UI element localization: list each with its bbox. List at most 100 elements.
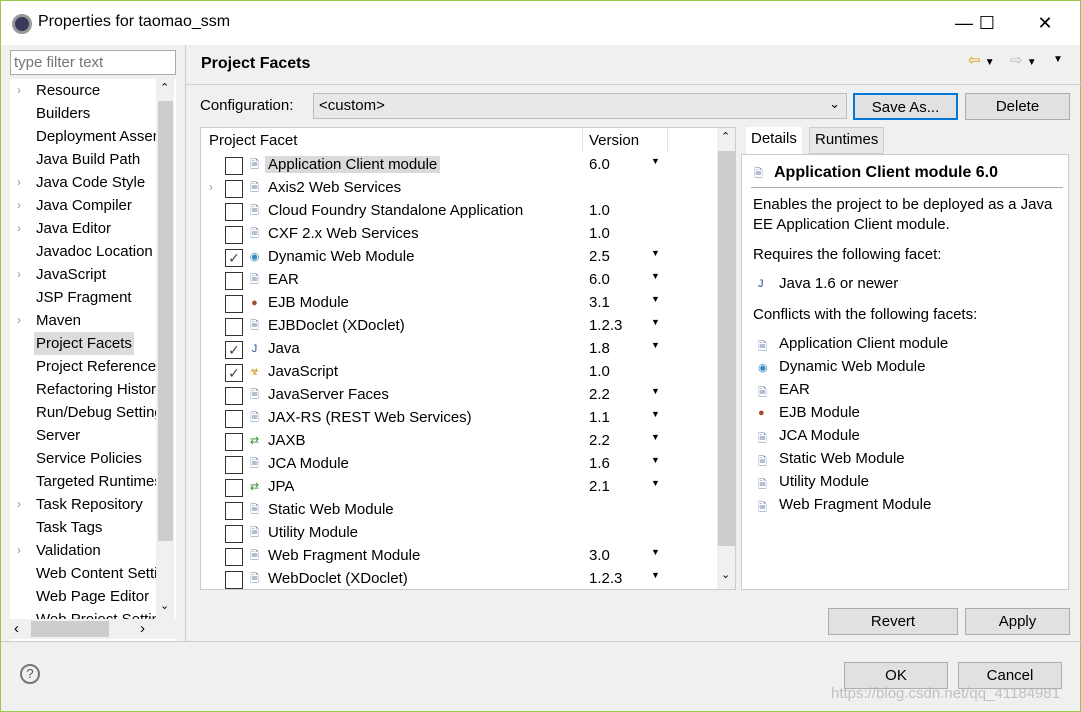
- version-dropdown-icon[interactable]: ▼: [651, 156, 660, 166]
- sidebar-item[interactable]: › Validation: [10, 539, 160, 562]
- facet-version[interactable]: 6.0: [589, 156, 610, 173]
- version-dropdown-icon[interactable]: ▼: [651, 409, 660, 419]
- sidebar-item[interactable]: JSP Fragment: [10, 286, 160, 309]
- facet-version[interactable]: 2.2: [589, 432, 610, 449]
- column-header-version[interactable]: Version: [589, 132, 639, 149]
- filter-input[interactable]: [10, 50, 176, 75]
- sidebar-item[interactable]: › JavaScript: [10, 263, 160, 286]
- sidebar-item[interactable]: Targeted Runtimes: [10, 470, 160, 493]
- facet-checkbox[interactable]: [225, 387, 243, 405]
- version-dropdown-icon[interactable]: ▼: [651, 248, 660, 258]
- sidebar-item[interactable]: Project Facets: [10, 332, 160, 355]
- version-dropdown-icon[interactable]: ▼: [651, 340, 660, 350]
- version-dropdown-icon[interactable]: ▼: [651, 570, 660, 580]
- maximize-button[interactable]: ☐: [964, 9, 1010, 37]
- facet-checkbox[interactable]: [225, 571, 243, 589]
- tab-runtimes[interactable]: Runtimes: [809, 127, 885, 154]
- tree-scroll-thumb[interactable]: [158, 101, 173, 541]
- sidebar-item[interactable]: Javadoc Location: [10, 240, 160, 263]
- facet-checkbox[interactable]: [225, 203, 243, 221]
- forward-arrow-icon[interactable]: ⇨ ▼: [1010, 51, 1037, 69]
- sidebar-item[interactable]: › Java Code Style: [10, 171, 160, 194]
- view-menu-icon[interactable]: ▼: [1053, 54, 1063, 65]
- sidebar-item[interactable]: Service Policies: [10, 447, 160, 470]
- help-icon[interactable]: ?: [20, 664, 40, 684]
- version-dropdown-icon[interactable]: ▼: [651, 271, 660, 281]
- facet-row[interactable]: 🗎 WebDoclet (XDoclet) 1.2.3 ▼: [201, 568, 716, 589]
- facet-row[interactable]: ⇄ JPA 2.1 ▼: [201, 476, 716, 499]
- version-dropdown-icon[interactable]: ▼: [651, 386, 660, 396]
- facet-version[interactable]: 1.8: [589, 340, 610, 357]
- sidebar-item[interactable]: › Java Editor: [10, 217, 160, 240]
- facet-row[interactable]: 🗎 EJBDoclet (XDoclet) 1.2.3 ▼: [201, 315, 716, 338]
- facet-version[interactable]: 3.0: [589, 547, 610, 564]
- column-header-facet[interactable]: Project Facet: [209, 132, 297, 149]
- sidebar-item[interactable]: Project References: [10, 355, 160, 378]
- save-as-button[interactable]: Save As...: [853, 93, 958, 120]
- facet-version[interactable]: 6.0: [589, 271, 610, 288]
- sidebar-item[interactable]: Server: [10, 424, 160, 447]
- facet-row[interactable]: 🗎 Utility Module: [201, 522, 716, 545]
- facet-checkbox[interactable]: [225, 318, 243, 336]
- revert-button[interactable]: Revert: [828, 608, 958, 635]
- tree-horizontal-scrollbar[interactable]: ‹ ›: [10, 619, 176, 639]
- facet-version[interactable]: 1.2.3: [589, 317, 622, 334]
- facet-checkbox[interactable]: [225, 410, 243, 428]
- facet-checkbox[interactable]: ✓: [225, 249, 243, 267]
- version-dropdown-icon[interactable]: ▼: [651, 455, 660, 465]
- facets-scroll-thumb[interactable]: [718, 151, 735, 546]
- facet-version[interactable]: 2.1: [589, 478, 610, 495]
- expand-chevron-icon[interactable]: ›: [17, 79, 21, 102]
- sidebar-item[interactable]: Java Build Path: [10, 148, 160, 171]
- delete-button[interactable]: Delete: [965, 93, 1070, 120]
- tab-details[interactable]: Details: [746, 127, 802, 154]
- expand-chevron-icon[interactable]: ›: [17, 493, 21, 516]
- facet-version[interactable]: 2.5: [589, 248, 610, 265]
- expand-chevron-icon[interactable]: ›: [17, 309, 21, 332]
- sidebar-item[interactable]: › Java Compiler: [10, 194, 160, 217]
- facet-row[interactable]: ● EJB Module 3.1 ▼: [201, 292, 716, 315]
- expand-chevron-icon[interactable]: ›: [209, 180, 213, 194]
- facet-row[interactable]: 🗎 JCA Module 1.6 ▼: [201, 453, 716, 476]
- facet-checkbox[interactable]: [225, 548, 243, 566]
- facet-row[interactable]: ⇄ JAXB 2.2 ▼: [201, 430, 716, 453]
- facet-checkbox[interactable]: [225, 525, 243, 543]
- facet-version[interactable]: 2.2: [589, 386, 610, 403]
- facet-checkbox[interactable]: [225, 272, 243, 290]
- version-dropdown-icon[interactable]: ▼: [651, 317, 660, 327]
- close-button[interactable]: ✕: [1022, 9, 1068, 37]
- facet-checkbox[interactable]: [225, 180, 243, 198]
- expand-chevron-icon[interactable]: ›: [17, 194, 21, 217]
- facet-checkbox[interactable]: [225, 157, 243, 175]
- sidebar-item[interactable]: › Maven: [10, 309, 160, 332]
- sidebar-item[interactable]: Web Page Editor: [10, 585, 160, 608]
- facet-checkbox[interactable]: ✓: [225, 364, 243, 382]
- sidebar-item[interactable]: › Task Repository: [10, 493, 160, 516]
- sidebar-item[interactable]: Run/Debug Settings: [10, 401, 160, 424]
- facet-row[interactable]: 🗎 JavaServer Faces 2.2 ▼: [201, 384, 716, 407]
- apply-button[interactable]: Apply: [965, 608, 1070, 635]
- sidebar-item[interactable]: Builders: [10, 102, 160, 125]
- facet-checkbox[interactable]: [225, 295, 243, 313]
- sidebar-item[interactable]: Refactoring History: [10, 378, 160, 401]
- version-dropdown-icon[interactable]: ▼: [651, 547, 660, 557]
- facet-version[interactable]: 1.2.3: [589, 570, 622, 587]
- facet-checkbox[interactable]: ✓: [225, 341, 243, 359]
- configuration-select[interactable]: <custom> ⌄: [313, 93, 847, 119]
- facet-checkbox[interactable]: [225, 502, 243, 520]
- facet-row[interactable]: ✓ ☣ JavaScript 1.0: [201, 361, 716, 384]
- facet-row[interactable]: 🗎 JAX-RS (REST Web Services) 1.1 ▼: [201, 407, 716, 430]
- facet-checkbox[interactable]: [225, 226, 243, 244]
- expand-chevron-icon[interactable]: ›: [17, 263, 21, 286]
- facet-row[interactable]: 🗎 Cloud Foundry Standalone Application 1.0: [201, 200, 716, 223]
- version-dropdown-icon[interactable]: ▼: [651, 432, 660, 442]
- facet-checkbox[interactable]: [225, 433, 243, 451]
- facet-row[interactable]: 🗎 EAR 6.0 ▼: [201, 269, 716, 292]
- facet-version[interactable]: 1.1: [589, 409, 610, 426]
- facet-row[interactable]: 🗎 Static Web Module: [201, 499, 716, 522]
- version-dropdown-icon[interactable]: ▼: [651, 478, 660, 488]
- facet-checkbox[interactable]: [225, 456, 243, 474]
- expand-chevron-icon[interactable]: ›: [17, 217, 21, 240]
- facet-row[interactable]: ✓ ◉ Dynamic Web Module 2.5 ▼: [201, 246, 716, 269]
- version-dropdown-icon[interactable]: ▼: [651, 294, 660, 304]
